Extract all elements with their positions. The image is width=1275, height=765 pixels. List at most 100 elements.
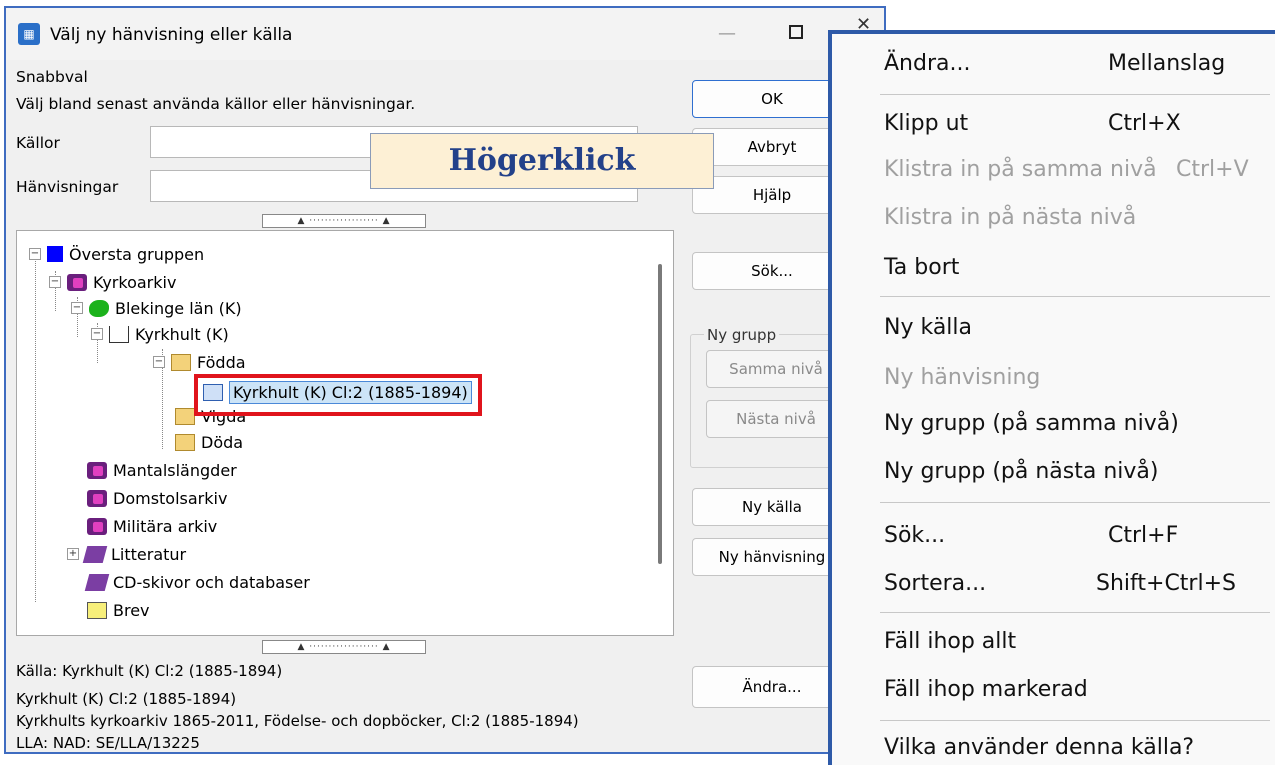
tree-node-fodda[interactable]: − Födda <box>153 349 246 375</box>
collapse-icon[interactable]: − <box>71 302 83 314</box>
menu-item-label: Fäll ihop markerad <box>884 677 1088 702</box>
tree-node-label: Översta gruppen <box>69 244 205 264</box>
menu-separator <box>880 502 1270 503</box>
collapse-icon[interactable]: − <box>49 276 61 288</box>
tree-node-label: CD-skivor och databaser <box>113 572 310 592</box>
menu-item-cut[interactable]: Klipp ut Ctrl+X <box>884 104 1264 144</box>
menu-item-new-group-next-level[interactable]: Ny grupp (på nästa nivå) <box>884 452 1264 492</box>
annotation-callout: Högerklick <box>370 133 714 189</box>
menu-item-label: Fäll ihop allt <box>884 629 1017 654</box>
menu-item-label: Ändra... <box>884 51 971 76</box>
expand-icon[interactable]: + <box>67 548 79 560</box>
tree-node-label: Brev <box>113 600 150 620</box>
selection-highlight-frame <box>194 374 482 416</box>
context-menu: Ändra... Mellanslag Klipp ut Ctrl+X Klistr… <box>828 30 1275 765</box>
splitter-top[interactable]: ▲ ·················· ▲ <box>262 214 426 228</box>
tree-node-militara-arkiv[interactable]: Militära arkiv <box>87 513 217 539</box>
menu-item-search[interactable]: Sök... Ctrl+F <box>884 516 1264 556</box>
sources-label: Källor <box>16 134 60 152</box>
tree-node-label: Blekinge län (K) <box>115 298 242 318</box>
collapse-icon[interactable]: − <box>29 248 41 260</box>
menu-item-delete[interactable]: Ta bort <box>884 248 1264 288</box>
tree-node-doda[interactable]: Döda <box>175 429 243 455</box>
book-icon <box>82 545 108 563</box>
app-icon: ▦ <box>18 23 40 45</box>
info-line-2: Kyrkhults kyrkoarkiv 1865-2011, Födelse-… <box>16 712 579 730</box>
green-map-icon <box>89 299 109 317</box>
group-icon <box>67 273 87 291</box>
info-legend: Källa: Kyrkhult (K) Cl:2 (1885-1894) <box>16 662 283 680</box>
menu-item-shortcut: Shift+Ctrl+S <box>1096 571 1236 596</box>
source-tree[interactable]: − Översta gruppen − Kyrkoarkiv − Bleking… <box>16 230 674 636</box>
next-level-button[interactable]: Nästa nivå <box>706 400 846 438</box>
menu-item-new-source[interactable]: Ny källa <box>884 308 1264 348</box>
menu-item-shortcut: Ctrl+V <box>1176 157 1249 182</box>
dialog-window: ▦ Välj ny hänvisning eller källa — ✕ Sna… <box>4 6 886 754</box>
minimize-button[interactable]: — <box>710 24 744 44</box>
menu-item-label: Sök... <box>884 523 946 548</box>
quick-group-label: Snabbval <box>16 68 88 86</box>
menu-item-label: Sortera... <box>884 571 987 596</box>
house-icon <box>109 325 129 343</box>
folder-icon <box>175 433 195 451</box>
menu-separator <box>880 94 1270 95</box>
menu-item-label: Ta bort <box>884 255 960 280</box>
title-bar[interactable]: ▦ Välj ny hänvisning eller källa — ✕ <box>6 8 884 60</box>
blue-square-icon <box>47 246 63 262</box>
menu-item-label: Klistra in på nästa nivå <box>884 205 1137 230</box>
maximize-icon <box>789 25 803 39</box>
info-line-1: Kyrkhult (K) Cl:2 (1885-1894) <box>16 690 237 708</box>
menu-item-label: Vilka använder denna källa? <box>884 735 1195 760</box>
menu-item-new-group-same-level[interactable]: Ny grupp (på samma nivå) <box>884 404 1264 444</box>
tree-node-label: Födda <box>197 352 246 372</box>
menu-separator <box>880 720 1270 721</box>
menu-item-shortcut: Ctrl+X <box>1108 111 1181 136</box>
new-group-legend: Ny grupp <box>704 326 780 344</box>
folder-icon <box>171 353 191 371</box>
tree-node-domstolsarkiv[interactable]: Domstolsarkiv <box>87 485 227 511</box>
quick-description: Välj bland senast använda källor eller h… <box>16 95 416 113</box>
collapse-icon[interactable]: − <box>91 328 103 340</box>
envelope-icon <box>87 601 107 619</box>
menu-item-label: Ny grupp (på samma nivå) <box>884 411 1179 436</box>
splitter-bottom[interactable]: ▲ ·················· ▲ <box>262 640 426 654</box>
menu-item-label: Ny grupp (på nästa nivå) <box>884 459 1159 484</box>
tree-node-kyrkhult[interactable]: − Kyrkhult (K) <box>91 321 229 347</box>
menu-item-sort[interactable]: Sortera... Shift+Ctrl+S <box>884 564 1264 604</box>
references-label: Hänvisningar <box>16 178 119 196</box>
tree-node-brev[interactable]: Brev <box>87 597 150 623</box>
menu-item-paste-next-level[interactable]: Klistra in på nästa nivå <box>884 198 1264 238</box>
menu-item-shortcut: Ctrl+F <box>1108 523 1179 548</box>
tree-node-label: Mantalslängder <box>113 460 237 480</box>
tree-scrollbar[interactable] <box>658 264 662 564</box>
tree-node-mantalslangder[interactable]: Mantalslängder <box>87 457 237 483</box>
tree-node-oversta-gruppen[interactable]: − Översta gruppen <box>29 241 204 267</box>
group-icon <box>87 489 107 507</box>
menu-item-label: Ny hänvisning <box>884 365 1041 390</box>
tree-node-blekinge[interactable]: − Blekinge län (K) <box>71 295 242 321</box>
tree-node-kyrkoarkiv[interactable]: − Kyrkoarkiv <box>49 269 176 295</box>
menu-item-label: Klipp ut <box>884 111 969 136</box>
menu-item-shortcut: Mellanslag <box>1108 51 1226 76</box>
tree-node-label: Kyrkoarkiv <box>93 272 177 292</box>
menu-item-label: Ny källa <box>884 315 973 340</box>
folder-icon <box>175 407 195 425</box>
menu-item-new-reference[interactable]: Ny hänvisning <box>884 358 1264 398</box>
menu-item-paste-same-level[interactable]: Klistra in på samma nivå Ctrl+V <box>884 150 1264 190</box>
tree-node-litteratur[interactable]: + Litteratur <box>67 541 186 567</box>
menu-item-collapse-all[interactable]: Fäll ihop allt <box>884 622 1264 662</box>
same-level-button[interactable]: Samma nivå <box>706 350 846 388</box>
tree-node-label: Litteratur <box>111 544 187 564</box>
group-icon <box>87 517 107 535</box>
menu-item-collapse-selected[interactable]: Fäll ihop markerad <box>884 670 1264 710</box>
menu-separator <box>880 612 1270 613</box>
window-title: Välj ny hänvisning eller källa <box>50 25 293 45</box>
book-icon <box>84 573 110 591</box>
collapse-icon[interactable]: − <box>153 356 165 368</box>
info-line-3: LLA: NAD: SE/LLA/13225 <box>16 734 200 752</box>
menu-item-edit[interactable]: Ändra... Mellanslag <box>884 44 1264 84</box>
tree-node-cd-skivor[interactable]: CD-skivor och databaser <box>84 569 310 595</box>
menu-item-who-uses-source[interactable]: Vilka använder denna källa? <box>884 728 1264 765</box>
maximize-button[interactable] <box>786 22 810 46</box>
tree-node-label: Domstolsarkiv <box>113 488 228 508</box>
